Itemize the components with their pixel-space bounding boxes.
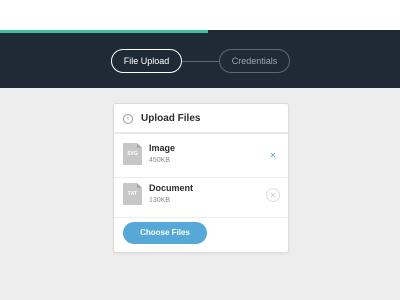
close-icon: ✕ — [269, 191, 277, 200]
file-name: Document — [149, 183, 194, 193]
txt-file-icon: TXT — [123, 183, 142, 205]
choose-files-button[interactable]: Choose Files — [123, 222, 207, 244]
step-credentials[interactable]: Credentials — [219, 49, 290, 73]
file-list-item: TXT Document 130KB ✕ — [114, 178, 288, 218]
card-title: Upload Files — [141, 113, 201, 124]
top-blank-area — [0, 0, 400, 30]
chevron-left-icon[interactable]: ‹ — [123, 114, 133, 124]
remove-file-button[interactable]: ✕ — [266, 148, 280, 162]
file-extension-label: TXT — [127, 191, 138, 197]
card-header: ‹ Upload Files — [114, 104, 288, 134]
svg-file-icon: SVG — [123, 143, 142, 165]
file-extension-label: SVG — [127, 151, 138, 157]
file-list-item: SVG Image 450KB ✕ — [114, 138, 288, 178]
upload-files-card: ‹ Upload Files SVG Image 450KB ✕ TXT Doc… — [113, 103, 289, 253]
remove-file-button[interactable]: ✕ — [266, 188, 280, 202]
step-file-upload[interactable]: File Upload — [111, 49, 182, 73]
file-size: 450KB — [149, 157, 171, 164]
file-size: 130KB — [149, 197, 171, 204]
close-icon: ✕ — [269, 151, 277, 160]
step-connector — [182, 61, 219, 62]
file-name: Image — [149, 143, 176, 153]
